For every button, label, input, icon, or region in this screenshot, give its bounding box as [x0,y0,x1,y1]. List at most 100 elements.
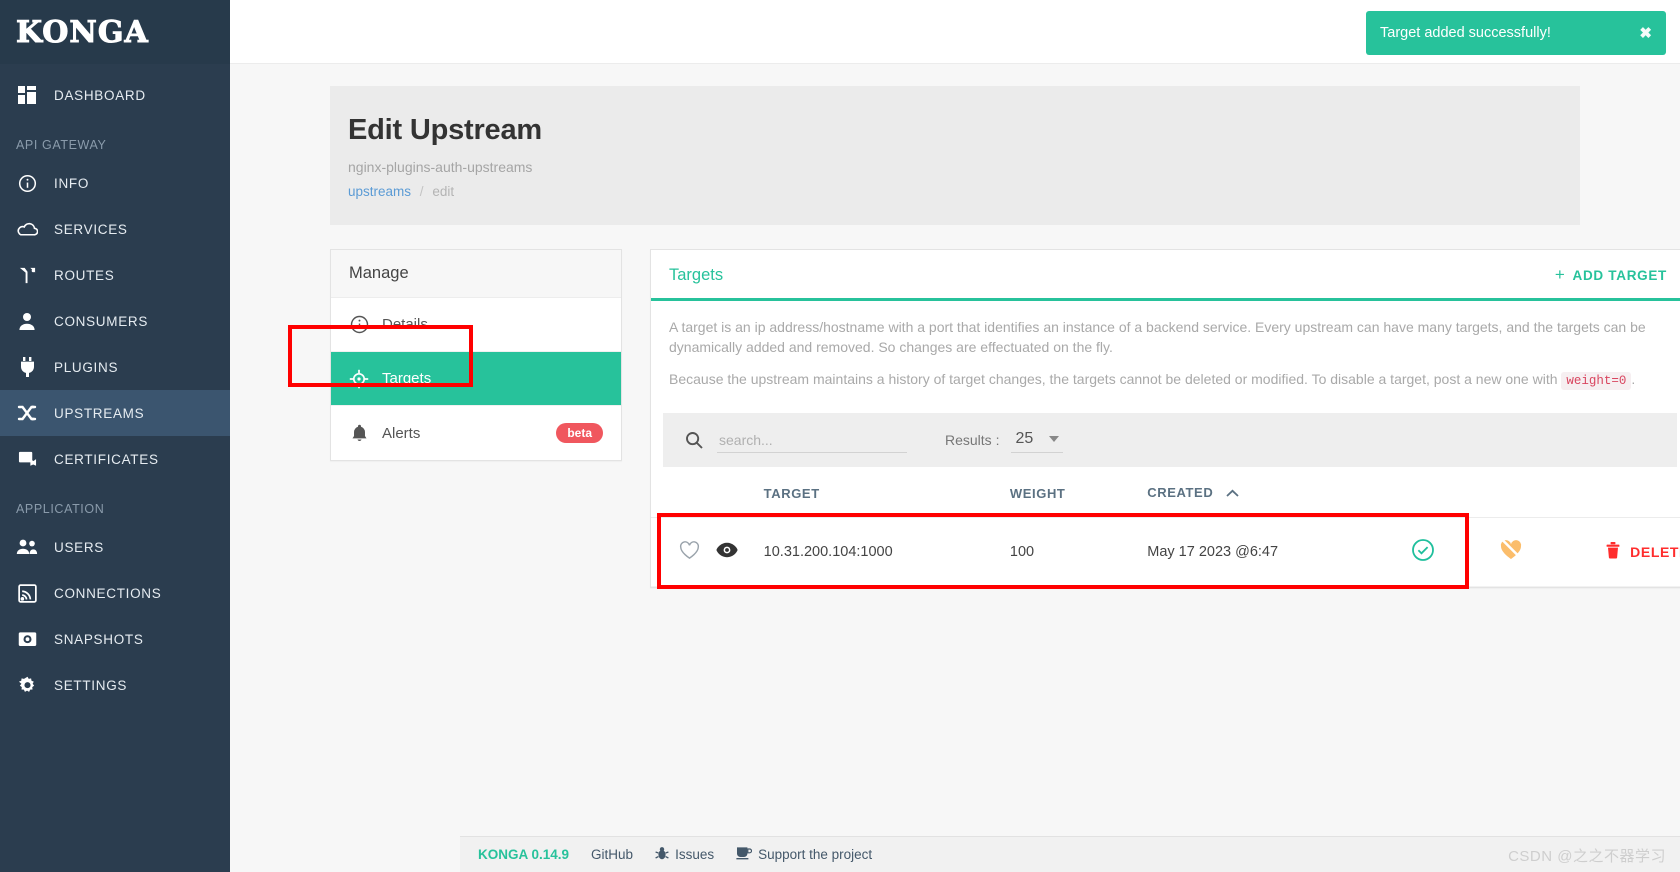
bell-icon [349,423,369,443]
sidebar-item-certificates[interactable]: CERTIFICATES [0,436,230,482]
page-header-card: Edit Upstream nginx-plugins-auth-upstrea… [330,86,1580,225]
gear-icon [16,674,38,696]
search-wrapper [685,427,907,453]
routes-icon [16,264,38,286]
column-target[interactable]: TARGET [763,467,1010,519]
cell-weight: 100 [1009,517,1148,588]
sidebar: KONGA DASHBOARD API GATEWAY INFO SERVICE… [0,0,230,872]
camera-icon [16,628,38,650]
cloud-icon [16,218,38,240]
sidebar-item-upstreams[interactable]: UPSTREAMS [0,390,230,436]
top-bar: Target added successfully! ✖ [230,0,1680,64]
sidebar-item-settings[interactable]: SETTINGS [0,662,230,708]
sidebar-item-label: PLUGINS [54,359,119,375]
targets-description: A target is an ip address/hostname with … [651,301,1680,407]
content-columns: Manage Details Targets Alerts beta Targe… [330,249,1680,589]
sidebar-item-label: SERVICES [54,221,128,237]
sidebar-item-services[interactable]: SERVICES [0,206,230,252]
brand-logo[interactable]: KONGA [0,0,230,64]
delete-button[interactable]: DELETE [1606,542,1680,562]
column-view [716,467,764,519]
cell-actions: DELETE [1606,517,1680,588]
footer-link-github[interactable]: GitHub [591,847,633,862]
add-target-button[interactable]: + ADD TARGET [1555,265,1667,285]
manage-item-label: Alerts [382,424,421,442]
plus-icon: + [1554,265,1566,284]
table-row: 10.31.200.104:1000 100 May 17 2023 @6:47 [651,517,1680,588]
shuffle-icon [16,402,38,424]
sidebar-item-plugins[interactable]: PLUGINS [0,344,230,390]
info-circle-icon [349,315,369,335]
targets-card: Targets + ADD TARGET A target is an ip a… [650,249,1680,589]
targets-card-header: Targets + ADD TARGET [651,250,1680,301]
sidebar-item-label: INFO [54,175,90,191]
column-created[interactable]: CREATED [1147,467,1411,519]
footer-link-label: Support the project [758,847,873,862]
toast-notification[interactable]: Target added successfully! ✖ [1366,11,1666,55]
table-header-row: TARGET WEIGHT CREATED [651,467,1680,519]
manage-item-details[interactable]: Details [331,298,621,352]
footer-link-support[interactable]: Support the project [736,846,872,863]
description-paragraph-2: Because the upstream maintains a history… [669,369,1669,391]
heart-outline-icon[interactable] [679,540,700,560]
close-icon[interactable]: ✖ [1639,24,1652,42]
results-value: 25 [1015,429,1034,447]
brand-name: KONGA [16,14,149,50]
cell-target: 10.31.200.104:1000 [763,517,1010,588]
manage-card-header: Manage [331,250,621,298]
manage-item-label: Targets [382,370,432,387]
search-input[interactable] [717,427,907,453]
manage-card: Manage Details Targets Alerts beta [330,249,622,461]
sidebar-item-consumers[interactable]: CONSUMERS [0,298,230,344]
page-title: Edit Upstream [348,114,542,146]
breadcrumb-link-upstreams[interactable]: upstreams [348,184,411,199]
sidebar-item-label: DASHBOARD [54,87,146,103]
sidebar-section-api-gateway: API GATEWAY [16,138,107,152]
sidebar-item-label: SETTINGS [54,677,128,693]
cell-view [716,517,764,588]
column-created-label: CREATED [1147,485,1214,500]
manage-item-targets[interactable]: Targets [331,352,621,406]
column-health [1498,467,1607,519]
footer: KONGA 0.14.9 GitHub Issues Support the p… [460,836,1680,872]
results-per-page-select[interactable]: 25 [1011,428,1064,453]
results-label: Results : [945,432,1000,448]
check-circle-icon [1411,539,1435,566]
sidebar-item-label: CONSUMERS [54,313,149,329]
footer-link-label: Issues [675,847,715,862]
eye-icon[interactable] [716,542,739,558]
user-icon [16,310,38,332]
sort-ascending-icon [1225,486,1239,501]
sidebar-item-users[interactable]: USERS [0,524,230,570]
column-favorite [651,467,717,519]
sidebar-item-routes[interactable]: ROUTES [0,252,230,298]
connections-icon [16,582,38,604]
table-body: 10.31.200.104:1000 100 May 17 2023 @6:47 [651,517,1680,588]
column-status [1410,467,1499,519]
cell-status [1410,517,1499,588]
sidebar-item-connections[interactable]: CONNECTIONS [0,570,230,616]
sidebar-item-snapshots[interactable]: SNAPSHOTS [0,616,230,662]
sidebar-item-label: UPSTREAMS [54,405,145,421]
description-paragraph-1: A target is an ip address/hostname with … [669,319,1646,355]
footer-link-issues[interactable]: Issues [655,846,714,864]
certificate-icon [16,448,38,470]
toast-message: Target added successfully! [1380,25,1551,41]
breadcrumb-current: edit [432,184,455,199]
sidebar-item-dashboard[interactable]: DASHBOARD [0,72,230,118]
cell-created: May 17 2023 @6:47 [1147,517,1411,588]
column-actions [1606,467,1680,519]
sidebar-item-label: SNAPSHOTS [54,631,144,647]
bug-icon [655,846,669,864]
delete-label: DELETE [1630,544,1680,561]
sidebar-item-info[interactable]: INFO [0,160,230,206]
description-text-post: . [1631,371,1636,387]
users-icon [16,536,38,558]
column-weight[interactable]: WEIGHT [1009,467,1148,519]
sidebar-item-label: ROUTES [54,267,115,283]
cell-favorite [651,517,717,588]
sidebar-section-application: APPLICATION [16,502,105,516]
weight-zero-code: weight=0 [1561,372,1632,390]
manage-item-alerts[interactable]: Alerts beta [331,406,621,460]
status-badge: beta [556,423,603,443]
